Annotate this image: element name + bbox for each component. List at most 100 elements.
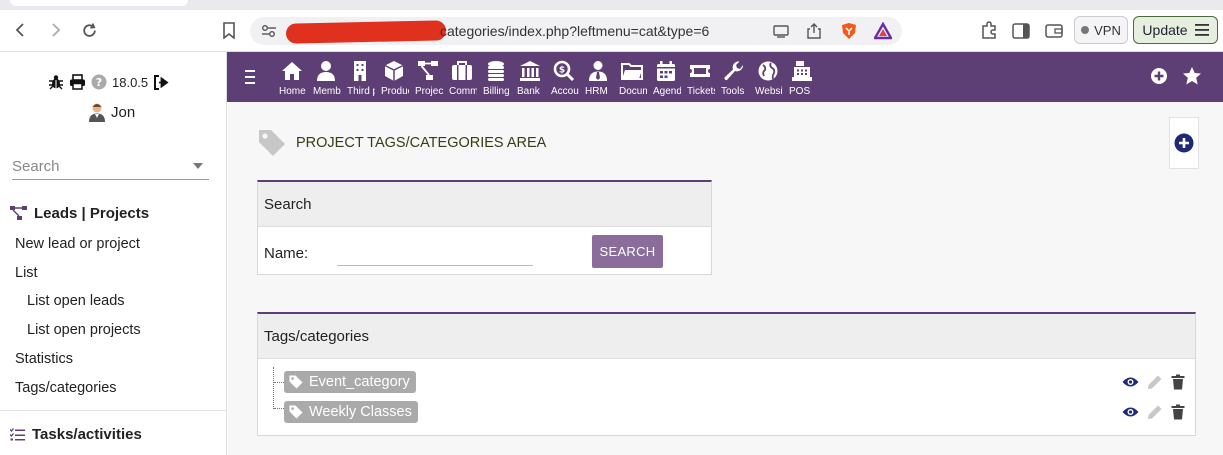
nav-label: Tickets (687, 86, 715, 97)
name-label: Name: (264, 245, 309, 262)
svg-text:$: $ (559, 66, 565, 76)
nav-website[interactable]: Website (752, 58, 786, 100)
tag-item[interactable]: Weekly Classes (284, 401, 418, 423)
nav-tools[interactable]: Tools (718, 58, 752, 100)
share-icon[interactable] (805, 22, 823, 40)
nav-label: Bank (517, 86, 540, 97)
nav-members[interactable]: Members (310, 58, 344, 100)
nav-pos[interactable]: POS (786, 58, 820, 100)
vpn-status-dot (1081, 26, 1090, 34)
logout-icon[interactable] (153, 74, 169, 90)
print-icon[interactable] (69, 74, 86, 90)
sidebar-search[interactable] (12, 154, 209, 180)
menu-icon (1194, 24, 1209, 36)
chevron-down-icon[interactable] (193, 163, 203, 169)
sidebar-item-list-open-leads[interactable]: List open leads (27, 293, 125, 309)
delete-icon[interactable] (1171, 404, 1185, 420)
nav-accounting[interactable]: $ Accounting (548, 58, 582, 100)
app-version: 18.0.5 (112, 74, 149, 90)
nav-agenda[interactable]: Agenda (650, 58, 684, 100)
project-icon (418, 61, 438, 80)
bookmark-icon[interactable] (217, 18, 241, 42)
brave-rewards-icon[interactable] (872, 21, 894, 40)
nav-bank[interactable]: Bank (514, 58, 548, 100)
nav-documents[interactable]: Documents (616, 58, 650, 100)
extensions-icon[interactable] (979, 21, 999, 41)
nav-home[interactable]: Home (276, 58, 310, 100)
tag-row-actions (1122, 404, 1185, 420)
nav-projects[interactable]: Projects (412, 58, 446, 100)
nav-billing[interactable]: Billing (480, 58, 514, 100)
svg-text:?: ? (96, 76, 102, 89)
nav-label: Website (755, 86, 783, 97)
bug-icon[interactable] (48, 74, 64, 90)
sidebar-item-list[interactable]: List (15, 265, 38, 281)
tree-lines (273, 367, 284, 409)
left-sidebar: ? 18.0.5 Jon Leads | Projects New lead o… (0, 52, 227, 455)
reload-icon[interactable] (77, 18, 101, 42)
sidebar-section-leads-projects[interactable]: Leads | Projects (10, 205, 149, 222)
nav-label: Commerce (449, 86, 477, 97)
nav-tickets[interactable]: Tickets (684, 58, 718, 100)
wallet-icon[interactable] (1044, 21, 1064, 41)
address-bar[interactable]: categories/index.php?leftmenu=cat&type=6 (250, 17, 902, 45)
user-avatar-icon (89, 103, 105, 122)
update-button[interactable]: Update (1133, 16, 1218, 44)
nav-label: HRM (585, 86, 608, 97)
nav-label: Documents (619, 86, 647, 97)
view-icon[interactable] (1122, 406, 1139, 418)
view-icon[interactable] (1122, 376, 1139, 388)
building-icon (354, 61, 366, 81)
hamburger-icon[interactable] (245, 70, 255, 86)
cast-icon[interactable] (772, 22, 790, 40)
nav-label: Projects (415, 86, 443, 97)
quick-add-icon[interactable] (1149, 66, 1169, 86)
nav-hrm[interactable]: HRM (582, 58, 616, 100)
vpn-label: VPN (1094, 22, 1121, 38)
sidebar-section-label: Tasks/activities (32, 426, 142, 443)
bookmarks-star-icon[interactable] (1182, 66, 1202, 86)
user-info[interactable]: Jon (88, 102, 135, 122)
nav-label: Billing (483, 86, 510, 97)
tag-item[interactable]: Event_category (284, 371, 416, 393)
edit-icon[interactable] (1147, 404, 1163, 420)
sidebar-item-list-open-projects[interactable]: List open projects (27, 322, 141, 338)
search-panel-title: Search (258, 182, 711, 227)
edit-icon[interactable] (1147, 374, 1163, 390)
site-settings-icon[interactable] (260, 22, 278, 40)
add-category-button[interactable] (1169, 117, 1199, 169)
vpn-button[interactable]: VPN (1074, 16, 1128, 44)
nav-third-parties[interactable]: Third parties (344, 58, 378, 100)
sidebar-section-tasks[interactable]: Tasks/activities (10, 426, 142, 443)
nav-label: Accounting (551, 86, 579, 97)
coins-icon (488, 61, 504, 81)
nav-label: Members (313, 86, 341, 97)
name-search-input[interactable] (337, 240, 533, 266)
sidebar-toggle-icon[interactable] (1011, 21, 1031, 41)
help-icon[interactable]: ? (91, 74, 107, 90)
sidebar-item-new-lead[interactable]: New lead or project (15, 236, 140, 252)
wrench-icon (724, 61, 744, 81)
sidebar-divider (0, 410, 226, 411)
redacted-domain (285, 20, 447, 44)
nav-commerce[interactable]: Commerce (446, 58, 480, 100)
forward-icon[interactable] (43, 18, 67, 42)
sidebar-search-input[interactable] (12, 154, 187, 178)
tags-panel: Tags/categories Event_category Weekly Cl… (257, 312, 1196, 436)
update-label: Update (1142, 22, 1188, 38)
user-tie-icon (589, 61, 607, 81)
nav-products[interactable]: Products (378, 58, 412, 100)
delete-icon[interactable] (1171, 374, 1185, 390)
sidebar-item-statistics[interactable]: Statistics (15, 351, 73, 367)
search-button[interactable]: SEARCH (592, 235, 663, 268)
brave-shield-icon[interactable] (840, 22, 858, 40)
back-icon[interactable] (9, 18, 33, 42)
active-browser-tab[interactable] (10, 0, 188, 6)
tag-icon (289, 375, 303, 389)
cash-register-icon (792, 61, 812, 81)
browser-toolbar: categories/index.php?leftmenu=cat&type=6… (0, 10, 1223, 52)
tag-icon (259, 130, 285, 156)
page-header: PROJECT TAGS/CATEGORIES AREA (258, 129, 546, 157)
user-icon (317, 61, 335, 81)
sidebar-item-tags-categories[interactable]: Tags/categories (15, 380, 117, 396)
